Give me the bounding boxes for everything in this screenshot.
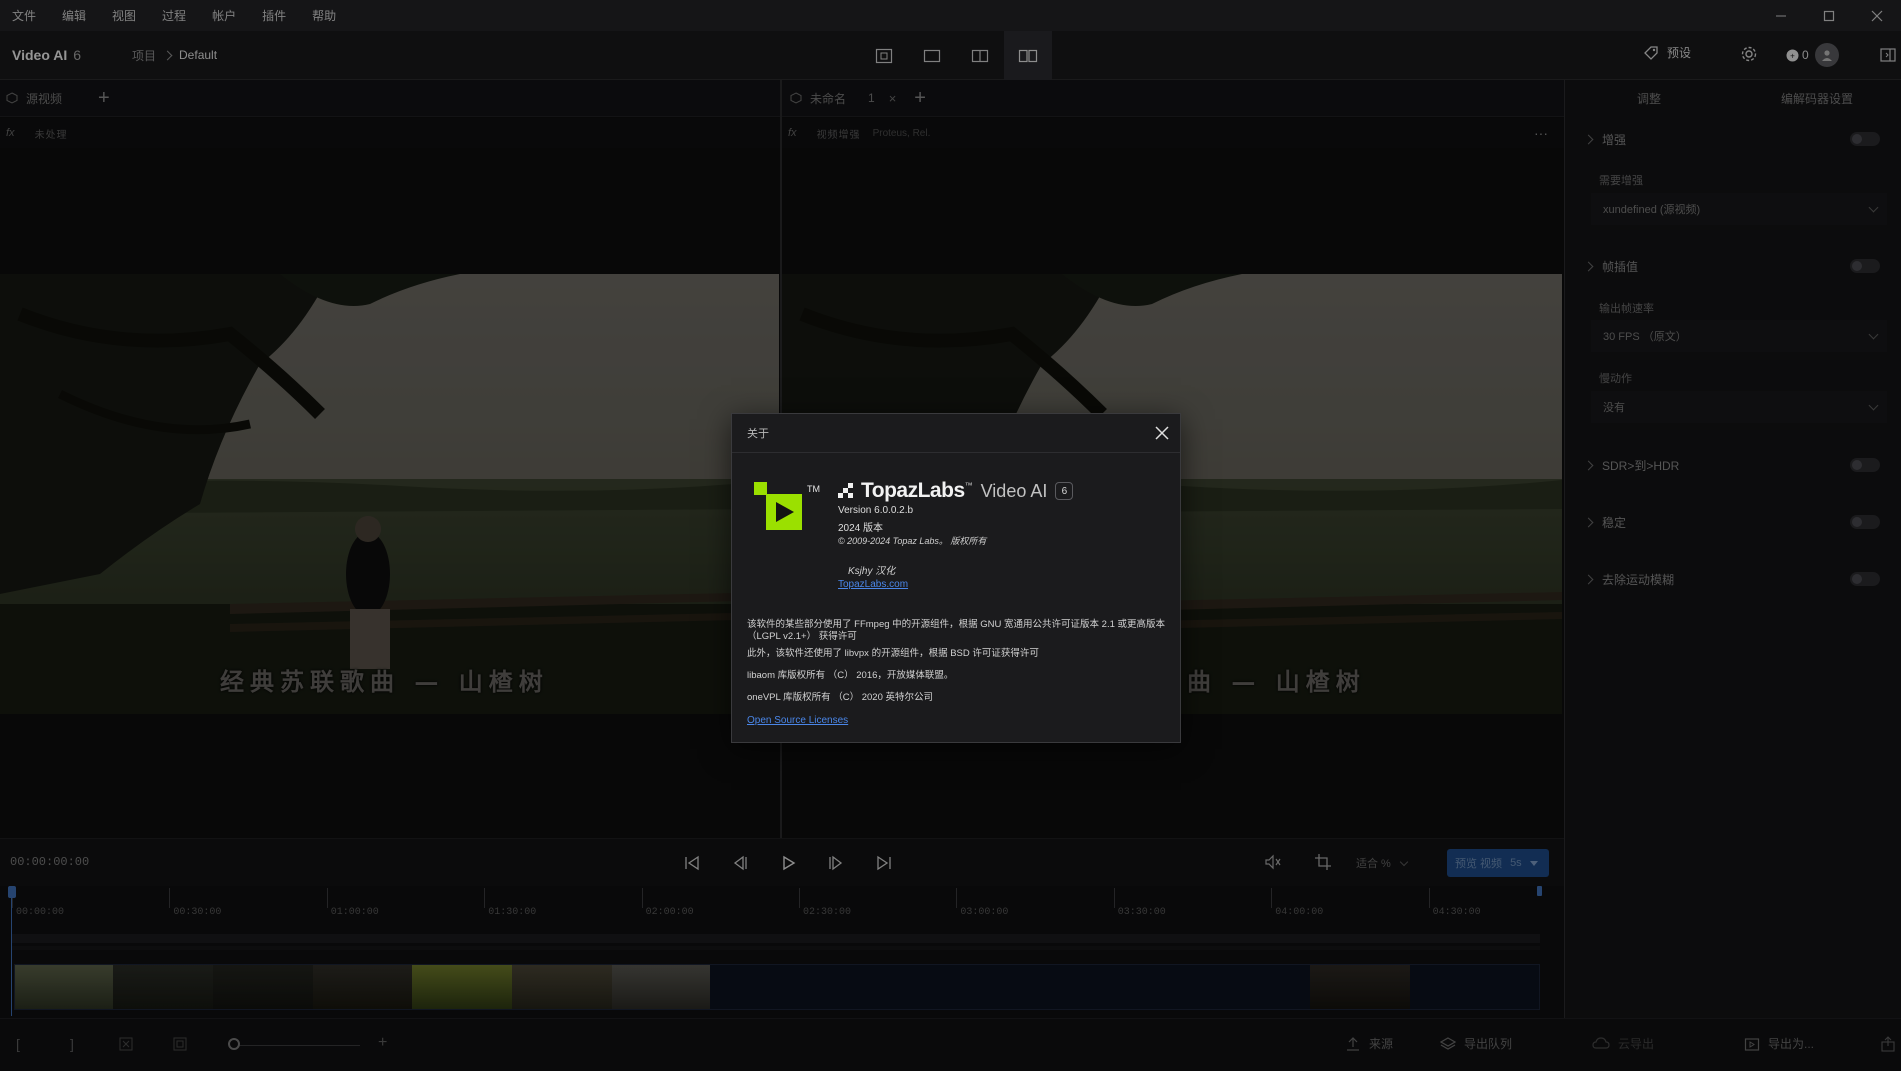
about-dialog-title: 关于 bbox=[747, 428, 769, 440]
open-source-licenses-link[interactable]: Open Source Licenses bbox=[747, 715, 848, 726]
copyright-text: © 2009-2024 Topaz Labs。 版权所有 bbox=[838, 536, 987, 546]
video-ai-logo: TM bbox=[754, 482, 820, 530]
topaz-labs-logo-icon bbox=[838, 483, 853, 498]
brand-line: TopazLabs ™ Video AI 6 bbox=[838, 479, 1074, 503]
close-icon bbox=[1155, 426, 1169, 440]
license-onevpl: oneVPL 库版权所有 （C） 2020 英特尔公司 bbox=[747, 692, 934, 703]
svg-text:TM: TM bbox=[807, 484, 820, 494]
license-ffmpeg: 该软件的某些部分使用了 FFmpeg 中的开源组件，根据 GNU 宽通用公共许可… bbox=[747, 619, 1166, 642]
about-dialog: 关于 TM TopazLabs ™ Video AI 6 Version 6.0… bbox=[731, 413, 1181, 743]
about-dialog-header: 关于 bbox=[732, 414, 1180, 453]
license-libvpx: 此外，该软件还使用了 libvpx 的开源组件，根据 BSD 许可证获得许可 bbox=[747, 648, 1039, 659]
website-link[interactable]: TopazLabs.com bbox=[838, 579, 908, 590]
license-libaom: libaom 库版权所有 （C） 2016，开放媒体联盟。 bbox=[747, 670, 954, 681]
brand-name: TopazLabs bbox=[861, 479, 965, 502]
localizer-credit: Ksjhy 汉化 bbox=[848, 566, 896, 577]
edition-text: 2024 版本 bbox=[838, 523, 884, 534]
version-badge: 6 bbox=[1055, 482, 1074, 500]
trademark-mark: ™ bbox=[964, 481, 973, 490]
about-close-button[interactable] bbox=[1153, 424, 1171, 442]
version-text: Version 6.0.0.2.b bbox=[838, 505, 914, 516]
product-name: Video AI bbox=[980, 480, 1048, 501]
